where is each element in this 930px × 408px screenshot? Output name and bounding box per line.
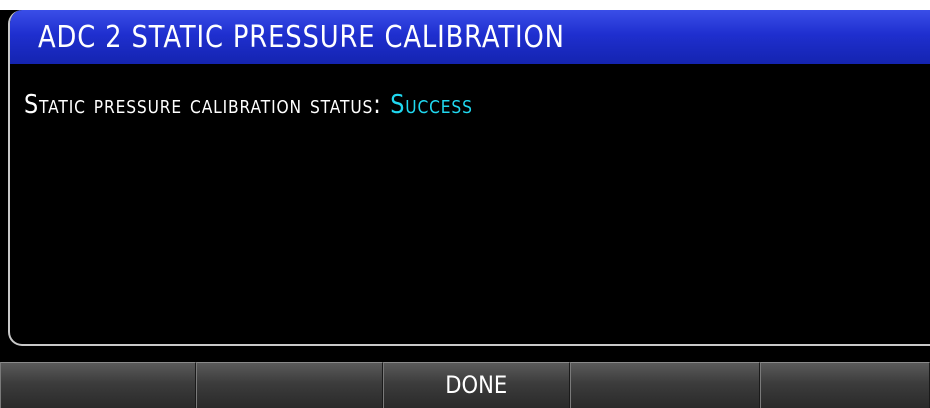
softkey-5[interactable] — [760, 362, 930, 408]
softkey-4[interactable] — [570, 362, 760, 408]
done-button-label: DONE — [445, 371, 508, 399]
page-title: ADC 2 STATIC PRESSURE CALIBRATION — [38, 20, 565, 55]
screen-border — [0, 0, 930, 10]
page-frame: ADC 2 STATIC PRESSURE CALIBRATION Static… — [8, 10, 930, 346]
calibration-screen: ADC 2 STATIC PRESSURE CALIBRATION Static… — [0, 0, 930, 408]
done-button[interactable]: DONE — [383, 362, 570, 408]
status-line: Static pressure calibration status: Succe… — [24, 90, 473, 120]
title-bar: ADC 2 STATIC PRESSURE CALIBRATION — [10, 10, 930, 64]
status-label: Static pressure calibration status: — [24, 90, 382, 120]
softkey-1[interactable] — [0, 362, 196, 408]
status-value: Success — [390, 90, 473, 120]
softkey-2[interactable] — [196, 362, 383, 408]
softkey-bar: DONE — [0, 362, 930, 408]
